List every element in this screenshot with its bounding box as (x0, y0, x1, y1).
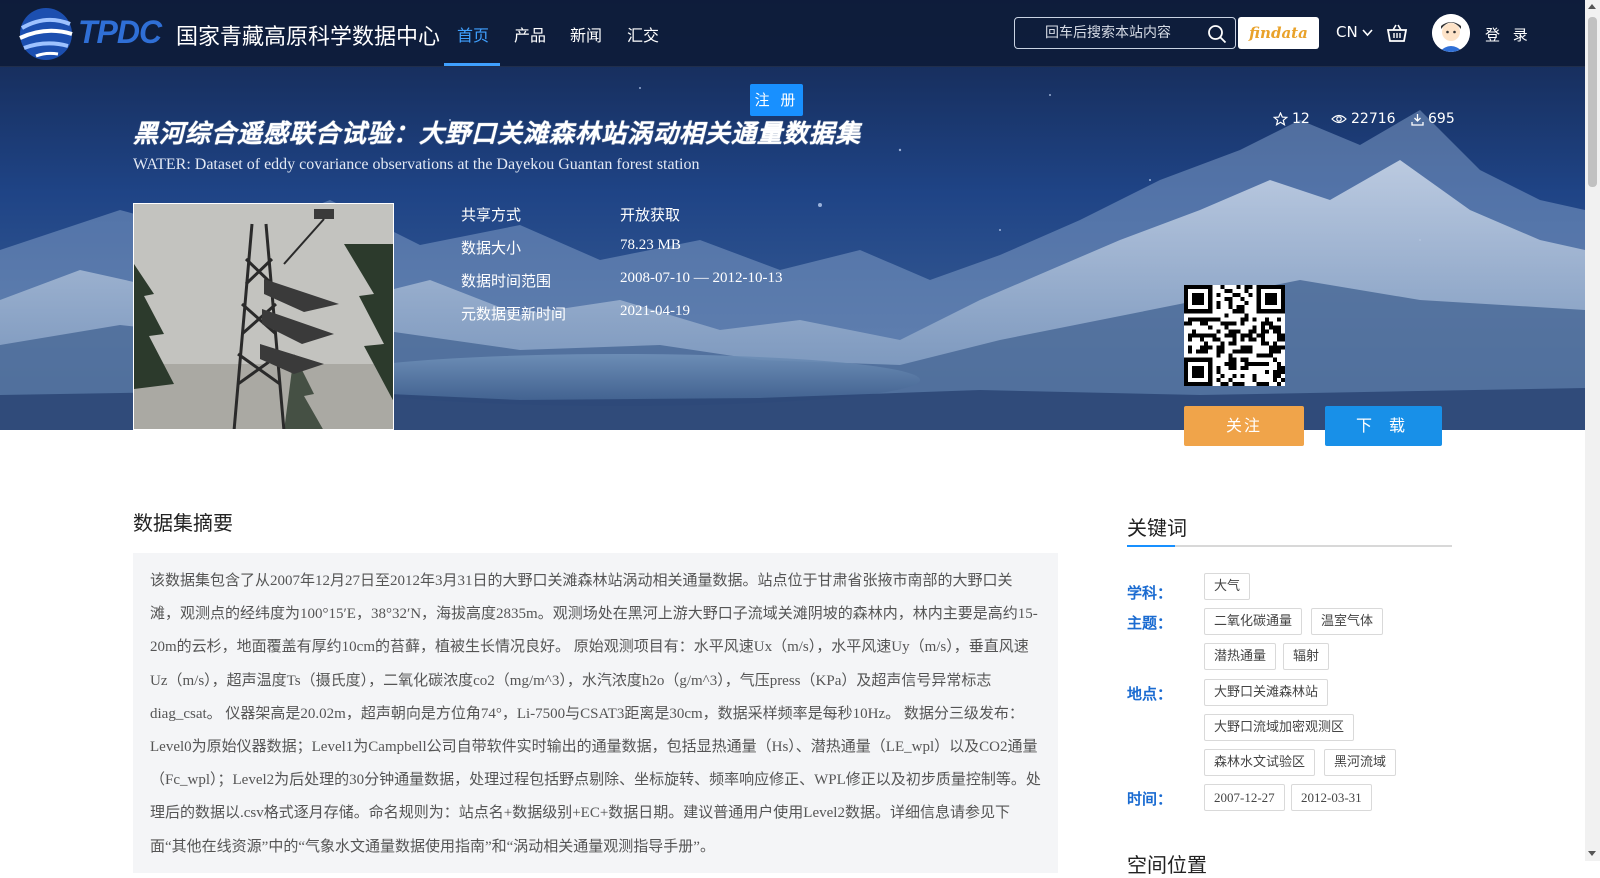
nav-home[interactable]: 首页 (457, 22, 489, 46)
avatar-icon (1432, 14, 1470, 52)
dataset-title-cn: 黑河综合遥感联合试验：大野口关滩森林站涡动相关通量数据集 (133, 119, 862, 148)
keyword-tag[interactable]: 黑河流域 (1324, 749, 1397, 776)
keyword-label-place: 地点： (1127, 685, 1173, 703)
download-button[interactable]: 下 载 (1325, 406, 1442, 446)
site-name[interactable]: 国家青藏高原科学数据中心 (176, 19, 440, 51)
keyword-tag[interactable]: 潜热通量 (1204, 643, 1277, 670)
findata-label: findata (1249, 24, 1308, 42)
cart-icon[interactable] (1386, 22, 1408, 44)
abstract-title: 数据集摘要 (133, 511, 233, 535)
scrollbar-thumb[interactable] (1588, 17, 1597, 187)
keywords-divider (1127, 545, 1452, 547)
views-count: 22716 (1351, 111, 1396, 127)
login-link[interactable]: 登 录 (1485, 24, 1532, 45)
qr-code (1184, 285, 1285, 386)
keyword-tag[interactable]: 2012-03-31 (1291, 784, 1372, 811)
meta-value: 开放获取 (620, 208, 681, 224)
user-avatar[interactable] (1432, 14, 1470, 52)
dataset-metadata: 共享方式 开放获取 数据大小 78.23 MB 数据时间范围 2008-07-10 —… (461, 204, 861, 336)
search-box[interactable] (1014, 17, 1236, 49)
dataset-thumbnail (133, 203, 394, 430)
register-button[interactable]: 注 册 (750, 84, 803, 116)
meta-row: 数据时间范围 2008-07-10 — 2012-10-13 (461, 270, 861, 303)
tpdc-globe-logo[interactable] (16, 4, 76, 64)
scroll-down-arrow-icon[interactable] (1588, 851, 1596, 856)
nav-news[interactable]: 新闻 (570, 22, 602, 46)
page-scrollbar[interactable] (1585, 0, 1600, 861)
meta-key: 数据大小 (461, 239, 522, 257)
search-input[interactable] (1015, 18, 1195, 48)
meta-row: 共享方式 开放获取 (461, 204, 861, 237)
top-navigation-bar: TPDC 国家青藏高原科学数据中心 首页 产品 新闻 汇交 findata CN (0, 0, 1585, 67)
scroll-up-arrow-icon[interactable] (1588, 4, 1596, 9)
star-icon (1273, 112, 1288, 126)
keyword-tag[interactable]: 辐射 (1283, 643, 1330, 670)
spatial-location-title: 空间位置 (1127, 853, 1207, 877)
keyword-tag[interactable]: 大气 (1204, 573, 1251, 600)
keyword-label-discipline: 学科： (1127, 584, 1173, 602)
stars-count: 12 (1292, 111, 1310, 127)
meta-value: 78.23 MB (620, 237, 681, 253)
chevron-down-icon (1362, 29, 1374, 37)
keyword-label-time: 时间： (1127, 790, 1173, 808)
logo-text[interactable]: TPDC (78, 14, 162, 51)
download-icon (1411, 113, 1424, 126)
keyword-tag[interactable]: 大野口流域加密观测区 (1204, 714, 1355, 741)
views-stat: 22716 (1331, 110, 1396, 128)
findata-button[interactable]: findata (1238, 17, 1319, 49)
keywords-divider-active (1127, 545, 1175, 547)
keywords-title: 关键词 (1127, 516, 1187, 540)
keyword-tag[interactable]: 大野口关滩森林站 (1204, 679, 1329, 706)
keyword-tag[interactable]: 温室气体 (1311, 608, 1384, 635)
keyword-tag[interactable]: 2007-12-27 (1204, 784, 1285, 811)
meta-value: 2021-04-19 (620, 303, 690, 319)
abstract-text: 该数据集包含了从2007年12月27日至2012年3月31日的大野口关滩森林站涡… (133, 553, 1058, 873)
eye-icon (1331, 114, 1347, 124)
downloads-count: 695 (1428, 111, 1455, 127)
meta-row: 数据大小 78.23 MB (461, 237, 861, 270)
follow-button[interactable]: 关注 (1184, 406, 1304, 446)
meta-key: 共享方式 (461, 206, 522, 224)
stars-stat[interactable]: 12 (1273, 110, 1310, 128)
meta-value: 2008-07-10 — 2012-10-13 (620, 270, 783, 286)
downloads-stat: 695 (1411, 110, 1455, 128)
meta-key: 元数据更新时间 (461, 305, 567, 323)
dataset-title-en: WATER: Dataset of eddy covariance observ… (133, 156, 700, 173)
keyword-tag[interactable]: 二氧化碳通量 (1204, 608, 1303, 635)
nav-active-indicator (444, 63, 500, 66)
language-selector[interactable]: CN (1336, 23, 1374, 41)
nav-submit[interactable]: 汇交 (627, 22, 659, 46)
tower-photo (134, 204, 393, 429)
search-icon[interactable] (1207, 24, 1227, 44)
keyword-label-theme: 主题： (1127, 614, 1173, 632)
meta-key: 数据时间范围 (461, 272, 552, 290)
hero-banner: TPDC 国家青藏高原科学数据中心 首页 产品 新闻 汇交 findata CN (0, 0, 1585, 430)
meta-row: 元数据更新时间 2021-04-19 (461, 303, 861, 336)
language-label: CN (1336, 23, 1358, 41)
nav-products[interactable]: 产品 (514, 22, 546, 46)
keyword-tag[interactable]: 森林水文试验区 (1204, 749, 1316, 776)
